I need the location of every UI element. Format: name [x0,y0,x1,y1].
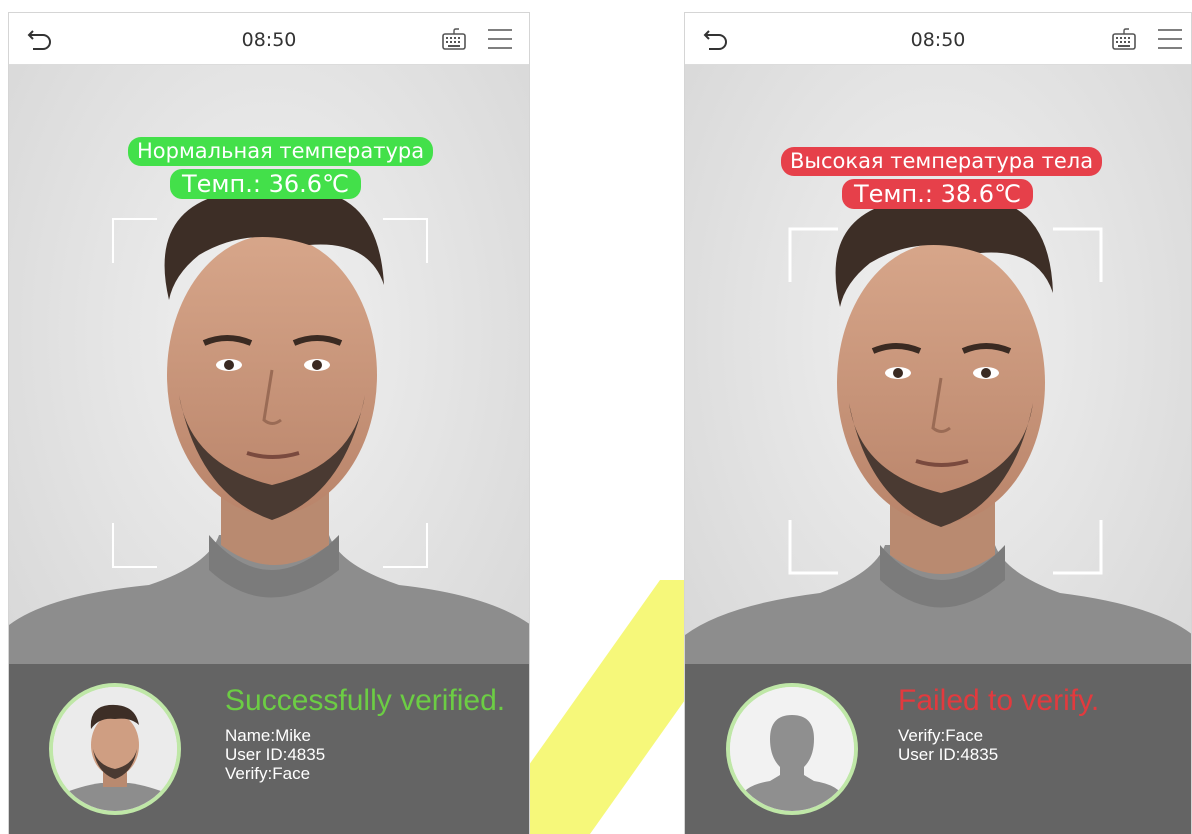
user-id: User ID:4835 [225,745,326,764]
verification-status-title: Successfully verified. [225,684,506,717]
menu-icon[interactable] [487,27,513,51]
user-name: Name:Mike [225,726,311,745]
user-avatar [49,683,181,815]
face-detection-frame [112,218,428,568]
verification-result-panel: Failed to verify. Verify:Face User ID:48… [685,664,1191,834]
user-photo-thumbnail [53,687,177,811]
device-screen-success: 08:50 Нормальная температура Темп.: 36.6… [8,12,530,834]
temperature-status-badge: Нормальная температура [128,137,434,166]
menu-icon[interactable] [1157,27,1183,51]
user-avatar [726,683,858,815]
verification-result-panel: Successfully verified. Name:Mike User ID… [9,664,529,834]
face-detection-frame [788,227,1103,575]
user-info: Name:Mike User ID:4835 Verify:Face [225,726,325,783]
device-screen-fail: 08:50 Высокая температура тела Темп.: 38… [684,12,1192,834]
temperature-reading-badge: Темп.: 36.6℃ [170,169,361,199]
default-user-silhouette-icon [730,687,854,811]
status-bar: 08:50 [685,13,1191,65]
status-bar: 08:50 [9,13,529,65]
temperature-reading-badge: Темп.: 38.6℃ [842,179,1033,209]
camera-preview: Высокая температура тела Темп.: 38.6℃ Fa… [685,65,1191,834]
verify-method: Verify:Face [225,764,311,783]
camera-preview: Нормальная температура Темп.: 36.6℃ Succ… [9,65,529,834]
verification-status-title: Failed to verify. [898,684,1100,717]
keyboard-icon[interactable] [1111,26,1137,52]
user-id: User ID:4835 [898,745,999,764]
temperature-status-badge: Высокая температура тела [781,147,1103,176]
verify-method: Verify:Face [898,726,984,745]
keyboard-icon[interactable] [441,26,467,52]
user-info: Verify:Face User ID:4835 [898,726,998,764]
